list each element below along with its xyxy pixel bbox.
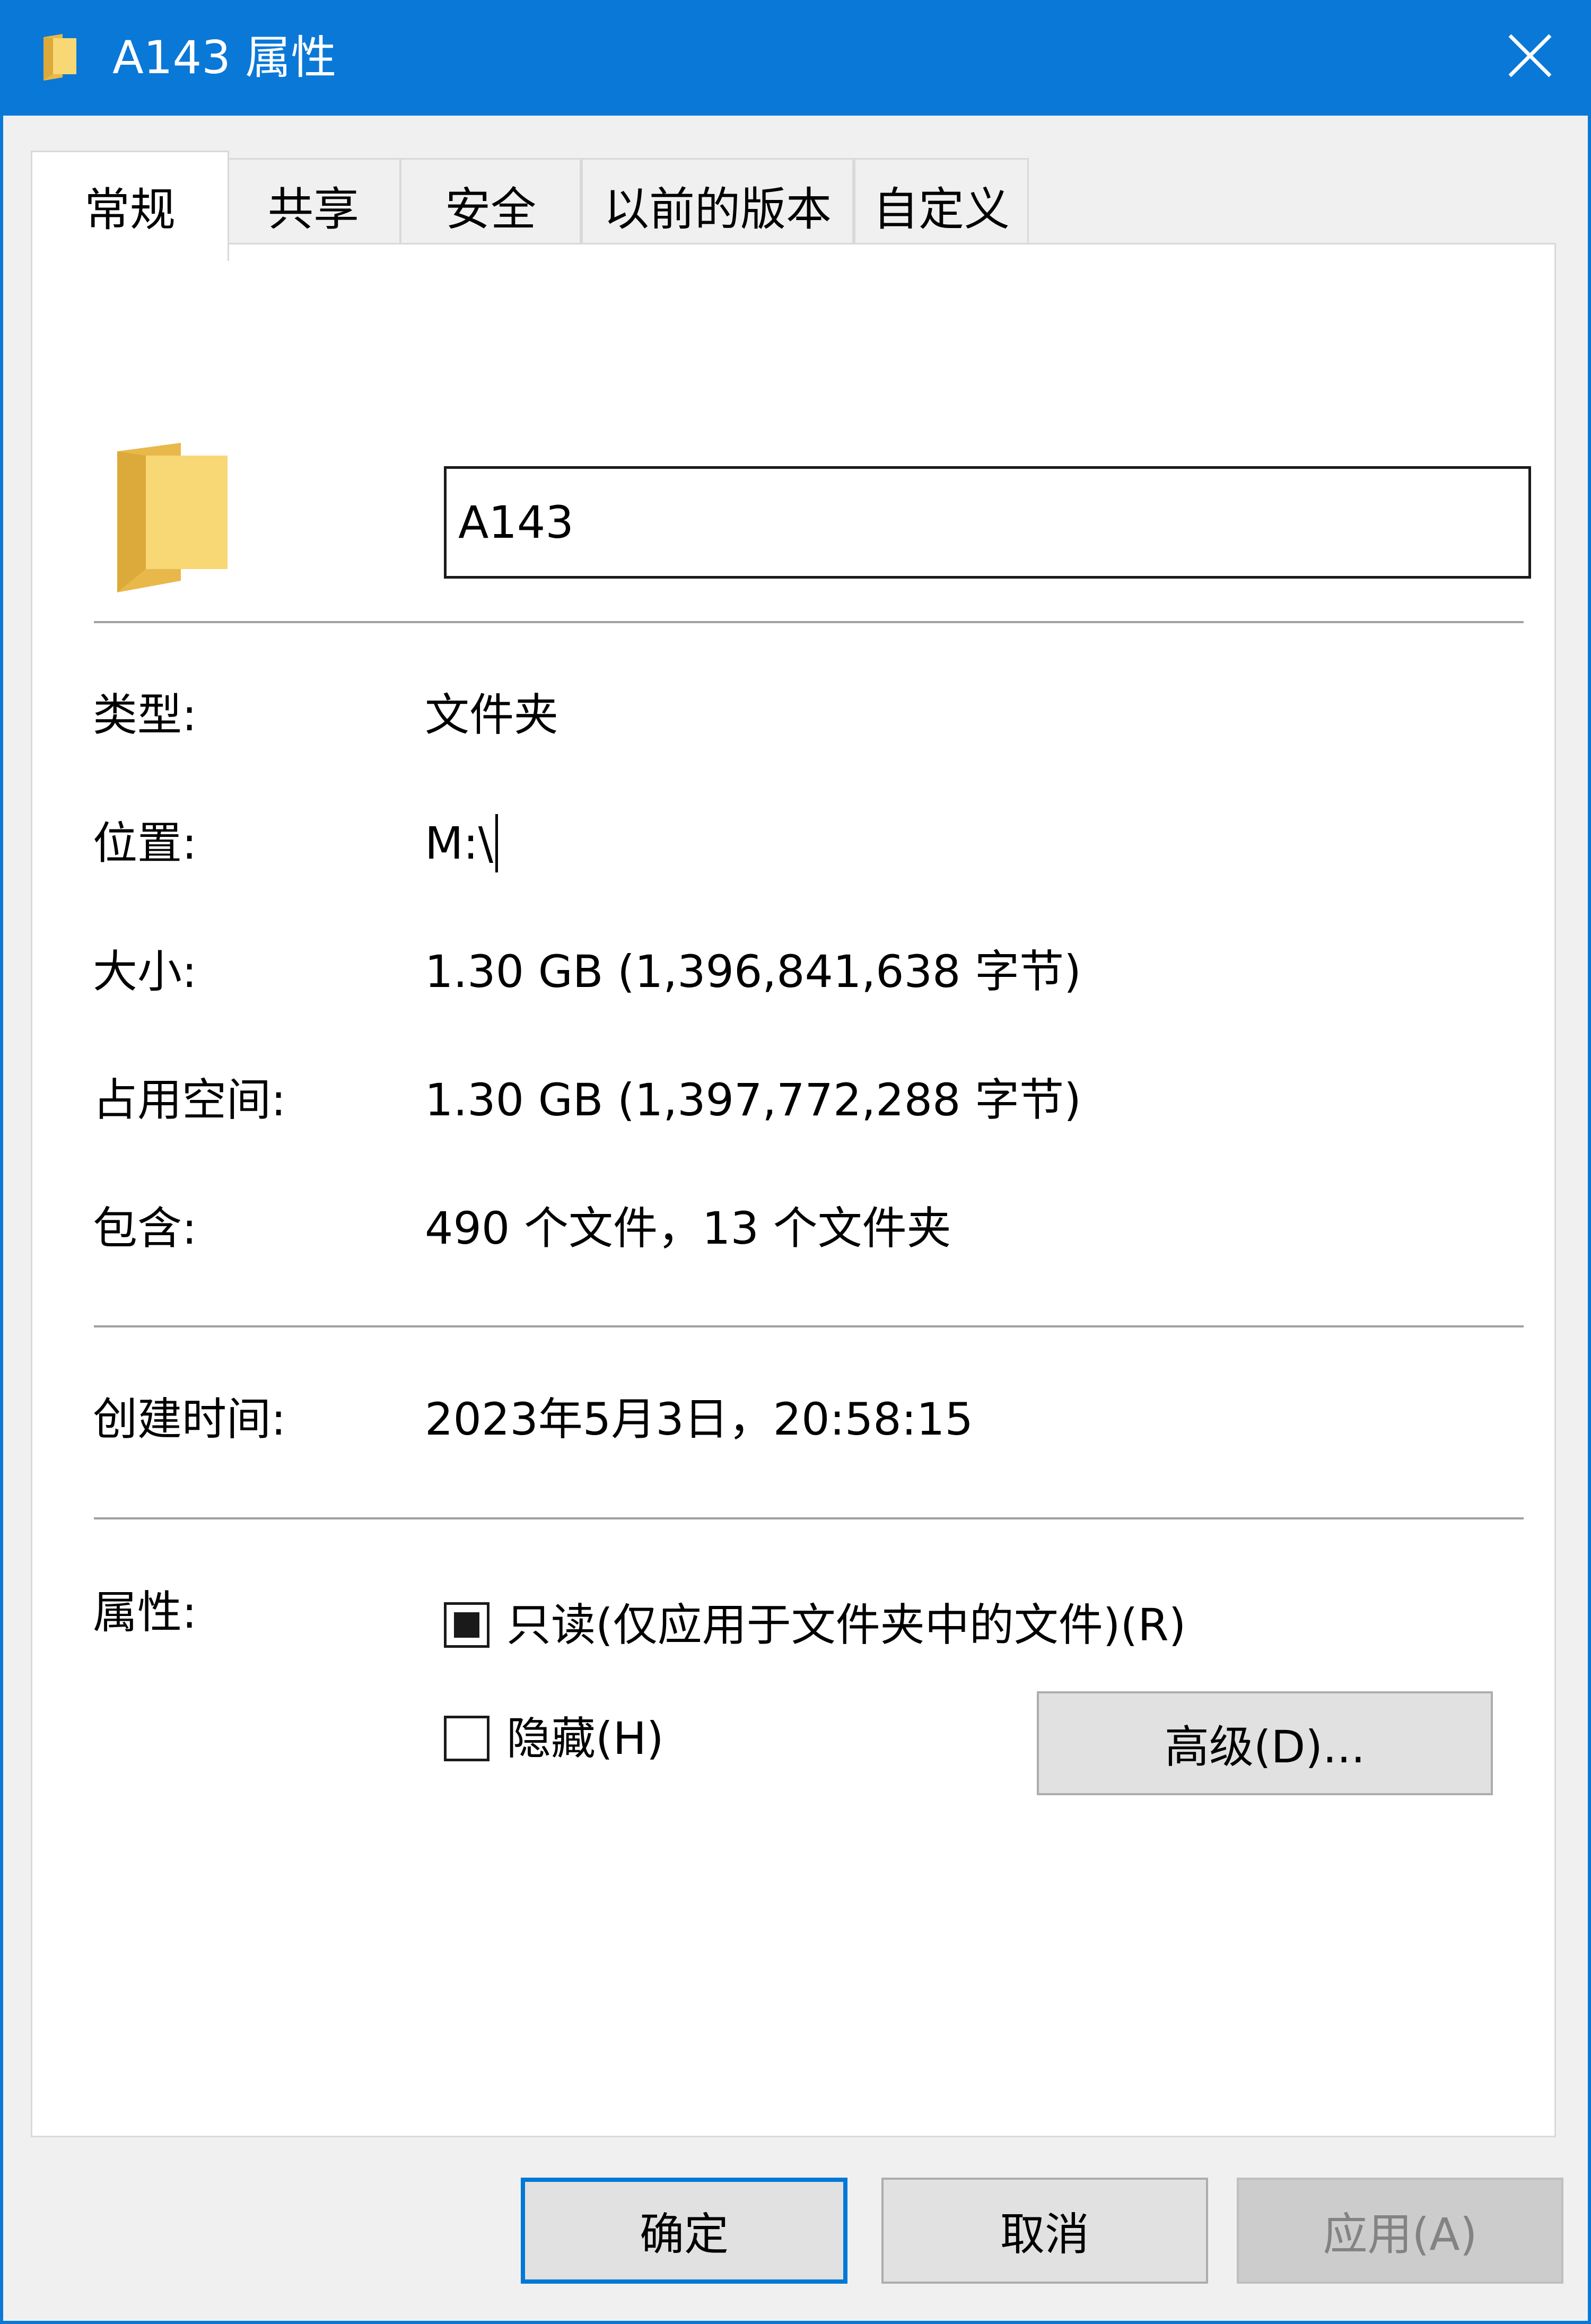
tab-sharing[interactable]: 共享 (226, 158, 401, 250)
separator (94, 621, 1524, 623)
size-value: 1.30 GB (1,396,841,638 字节) (425, 946, 1081, 998)
close-icon (1508, 34, 1552, 77)
advanced-button[interactable]: 高级(D)... (1037, 1691, 1493, 1795)
location-value[interactable]: M:\ (425, 814, 499, 872)
dialog-body: 常规 共享 安全 以前的版本 自定义 类型: 文件夹 位置: M:\ 大小: 1… (3, 116, 1588, 2321)
tab-security[interactable]: 安全 (400, 158, 581, 250)
cancel-button[interactable]: 取消 (881, 2178, 1208, 2284)
title-bar[interactable]: A143 属性 (0, 0, 1591, 116)
type-value: 文件夹 (425, 689, 559, 741)
tab-customize[interactable]: 自定义 (854, 158, 1029, 250)
properties-window: A143 属性 常规 共享 安全 以前的版本 自定义 类型: 文件夹 位置: M… (0, 0, 1591, 2324)
folder-icon (117, 443, 228, 592)
contains-value: 490 个文件，13 个文件夹 (425, 1202, 951, 1254)
close-button[interactable] (1496, 21, 1564, 90)
tab-previous-versions[interactable]: 以前的版本 (581, 158, 854, 250)
indeterminate-mark (454, 1612, 479, 1638)
text-caret (495, 814, 499, 872)
readonly-checkbox-label[interactable]: 只读(仅应用于文件夹中的文件)(R) (506, 1596, 1186, 1654)
attributes-label: 属性: (93, 1586, 197, 1638)
contains-label: 包含: (93, 1202, 197, 1254)
tab-general[interactable]: 常规 (31, 151, 229, 261)
disk-size-value: 1.30 GB (1,397,772,288 字节) (425, 1074, 1081, 1126)
general-panel: 类型: 文件夹 位置: M:\ 大小: 1.30 GB (1,396,841,6… (31, 243, 1556, 2137)
type-label: 类型: (93, 689, 197, 741)
separator (94, 1517, 1524, 1519)
ok-button[interactable]: 确定 (521, 2178, 847, 2284)
separator (94, 1325, 1524, 1327)
window-title: A143 属性 (112, 31, 337, 84)
created-label: 创建时间: (93, 1393, 286, 1445)
size-label: 大小: (93, 946, 197, 998)
apply-button[interactable]: 应用(A) (1237, 2178, 1563, 2284)
location-label: 位置: (93, 817, 197, 869)
folder-icon (43, 34, 76, 81)
disk-size-label: 占用空间: (93, 1074, 286, 1126)
readonly-checkbox[interactable] (444, 1602, 489, 1648)
folder-name-input[interactable] (444, 466, 1531, 579)
created-value: 2023年5月3日，20:58:15 (425, 1393, 973, 1445)
location-text: M:\ (425, 817, 494, 869)
hidden-checkbox[interactable] (444, 1716, 489, 1761)
hidden-checkbox-label[interactable]: 隐藏(H) (506, 1709, 664, 1768)
